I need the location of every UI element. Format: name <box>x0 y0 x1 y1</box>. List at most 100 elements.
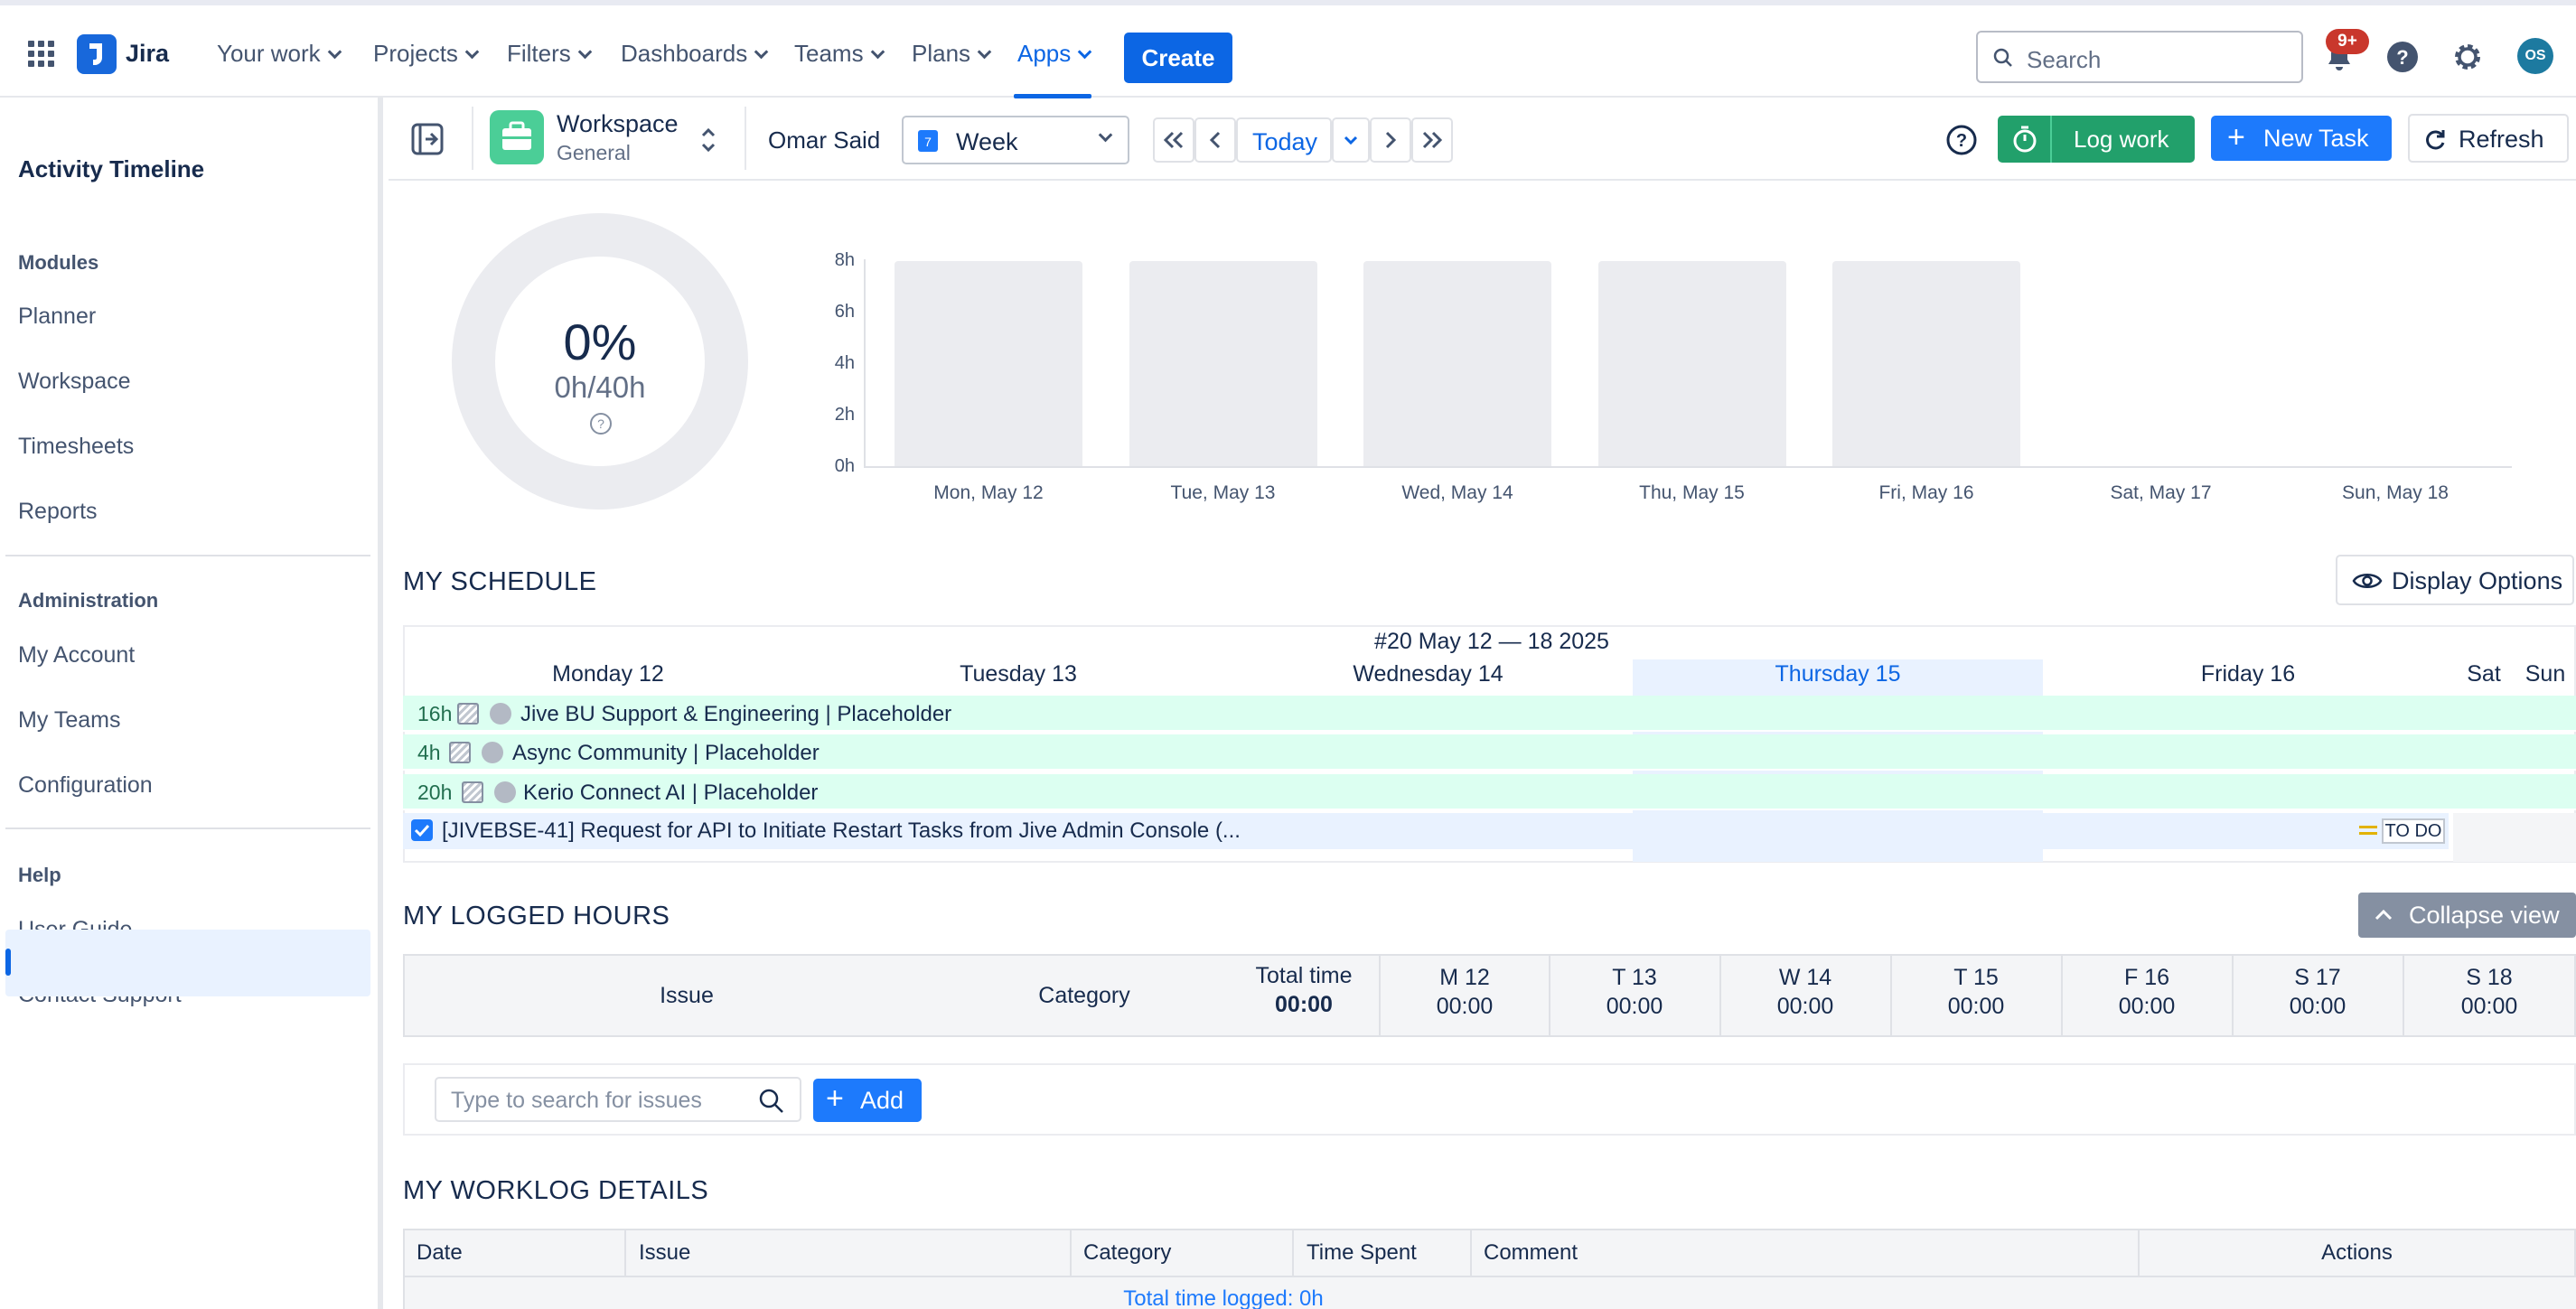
day-column-value: 00:00 <box>2460 994 2518 1019</box>
search-input[interactable]: Search <box>1976 31 2303 83</box>
check-circle-icon <box>490 703 511 725</box>
today-label: Today <box>1252 128 1318 155</box>
bar[interactable] <box>1597 261 1786 467</box>
week-label: #20 May 12 — 18 2025 <box>1374 629 1609 654</box>
column-header-comment[interactable]: Comment <box>1484 1240 1578 1266</box>
row-text: Kerio Connect AI | Placeholder <box>523 781 819 805</box>
plus-icon: + <box>2227 120 2245 154</box>
x-tick-label: Wed, May 14 <box>1401 482 1513 503</box>
display-options-label: Display Options <box>2392 567 2563 594</box>
briefcase-icon <box>490 110 544 164</box>
last-period-button[interactable] <box>1411 117 1453 163</box>
bar[interactable] <box>1129 261 1317 467</box>
sidebar-heading-administration: Administration <box>18 589 159 612</box>
chevron-down-icon <box>1077 44 1092 60</box>
previous-period-button[interactable] <box>1194 117 1236 163</box>
double-chevron-left-icon <box>1163 131 1184 149</box>
day-header-wednesday: Wednesday 14 <box>1353 661 1503 687</box>
sidebar-toggle-icon[interactable] <box>411 123 444 155</box>
sidebar-item-reports[interactable]: Reports <box>18 499 98 525</box>
bar[interactable] <box>895 261 1082 467</box>
nav-plans[interactable]: Plans <box>912 40 992 68</box>
log-work-button[interactable]: Log work <box>1998 116 2195 163</box>
sidebar-item-selected[interactable] <box>5 930 370 996</box>
day-header-tuesday: Tuesday 13 <box>960 661 1077 687</box>
help-icon[interactable]: ? <box>2385 40 2420 74</box>
sidebar-item-timesheets[interactable]: Timesheets <box>18 434 134 460</box>
total-time-logged: Total time logged: 0h <box>1123 1286 1324 1309</box>
jira-logo[interactable]: Jira <box>77 34 203 76</box>
first-period-button[interactable] <box>1153 117 1194 163</box>
column-header-category[interactable]: Category <box>994 983 1175 1009</box>
day-column-label: F 16 <box>2123 965 2170 990</box>
info-icon[interactable]: ? <box>589 412 613 435</box>
bar[interactable] <box>1363 261 1551 467</box>
create-button[interactable]: Create <box>1124 33 1232 83</box>
collapse-view-button[interactable]: Collapse view <box>2358 893 2576 938</box>
sidebar-item-planner[interactable]: Planner <box>18 304 96 330</box>
settings-gear-icon[interactable] <box>2450 40 2485 74</box>
user-name[interactable]: Omar Said <box>768 126 880 154</box>
nav-label: Filters <box>507 40 571 67</box>
y-tick-label: 6h <box>834 302 855 322</box>
app-switcher-icon[interactable] <box>27 40 56 69</box>
refresh-button[interactable]: Refresh <box>2408 114 2569 163</box>
chevron-right-icon <box>1385 131 1397 149</box>
user-avatar[interactable]: OS <box>2517 38 2553 74</box>
nav-filters[interactable]: Filters <box>507 40 593 68</box>
bar[interactable] <box>1832 261 2020 467</box>
help-circle-icon[interactable]: ? <box>1945 124 1978 156</box>
column-header-total-time[interactable]: Total time <box>1229 963 1379 989</box>
chevron-down-icon <box>870 44 885 60</box>
column-header-date[interactable]: Date <box>417 1240 463 1266</box>
display-options-button[interactable]: Display Options <box>2336 555 2574 605</box>
utilization-percent: 0% <box>563 313 637 370</box>
column-divider <box>1470 1229 1472 1277</box>
nav-label: Dashboards <box>621 40 748 67</box>
day-column-value: 00:00 <box>1947 994 2005 1019</box>
total-time-value: 00:00 <box>1275 992 1333 1017</box>
today-button[interactable]: Today <box>1236 117 1332 163</box>
sidebar-item-workspace[interactable]: Workspace <box>18 369 131 395</box>
nav-label: Your work <box>217 40 321 67</box>
new-task-button[interactable]: + New Task <box>2211 116 2392 161</box>
sidebar: Activity Timeline Modules Planner Worksp… <box>0 98 383 1309</box>
issue-search-placeholder: Type to search for issues <box>451 1088 702 1113</box>
chevron-down-icon <box>1098 127 1113 143</box>
nav-label: Plans <box>912 40 971 67</box>
today-dropdown-button[interactable] <box>1332 117 1370 163</box>
next-period-button[interactable] <box>1370 117 1411 163</box>
column-divider <box>1292 1229 1294 1277</box>
sidebar-item-my-account[interactable]: My Account <box>18 642 135 669</box>
chevron-left-icon <box>1209 131 1221 149</box>
period-select[interactable]: 7 Week <box>902 116 1129 164</box>
column-header-actions[interactable]: Actions <box>2138 1240 2576 1266</box>
workspace-title[interactable]: Workspace <box>557 110 679 138</box>
add-issue-button[interactable]: + Add <box>813 1079 922 1122</box>
day-column-label: W 14 <box>1778 965 1832 990</box>
nav-teams[interactable]: Teams <box>794 40 885 68</box>
nav-dashboards[interactable]: Dashboards <box>621 40 769 68</box>
column-header-issue[interactable]: Issue <box>542 983 831 1009</box>
column-header-time-spent[interactable]: Time Spent <box>1307 1240 1417 1266</box>
sidebar-item-my-teams[interactable]: My Teams <box>18 707 120 734</box>
search-icon <box>759 1089 783 1113</box>
chart-baseline <box>866 466 2512 468</box>
nav-your-work[interactable]: Your work <box>217 40 342 68</box>
toolbar-divider <box>745 107 746 170</box>
notification-badge: 9+ <box>2326 29 2369 54</box>
stopwatch-icon <box>2013 126 2037 153</box>
button-divider <box>2050 116 2052 163</box>
chevron-down-icon <box>754 44 769 60</box>
column-header-category[interactable]: Category <box>1083 1240 1171 1266</box>
collapse-view-label: Collapse view <box>2409 902 2560 929</box>
nav-projects[interactable]: Projects <box>373 40 480 68</box>
workspace-switch-icon[interactable] <box>699 125 717 155</box>
chevron-up-icon <box>2375 909 2393 921</box>
nav-apps[interactable]: Apps <box>1017 40 1092 68</box>
sidebar-item-configuration[interactable]: Configuration <box>18 772 153 799</box>
checkbox-icon[interactable] <box>411 819 433 841</box>
day-header-sunday: Sun <box>2524 661 2566 687</box>
column-header-issue[interactable]: Issue <box>639 1240 690 1266</box>
issue-search-input[interactable]: Type to search for issues <box>435 1077 801 1122</box>
